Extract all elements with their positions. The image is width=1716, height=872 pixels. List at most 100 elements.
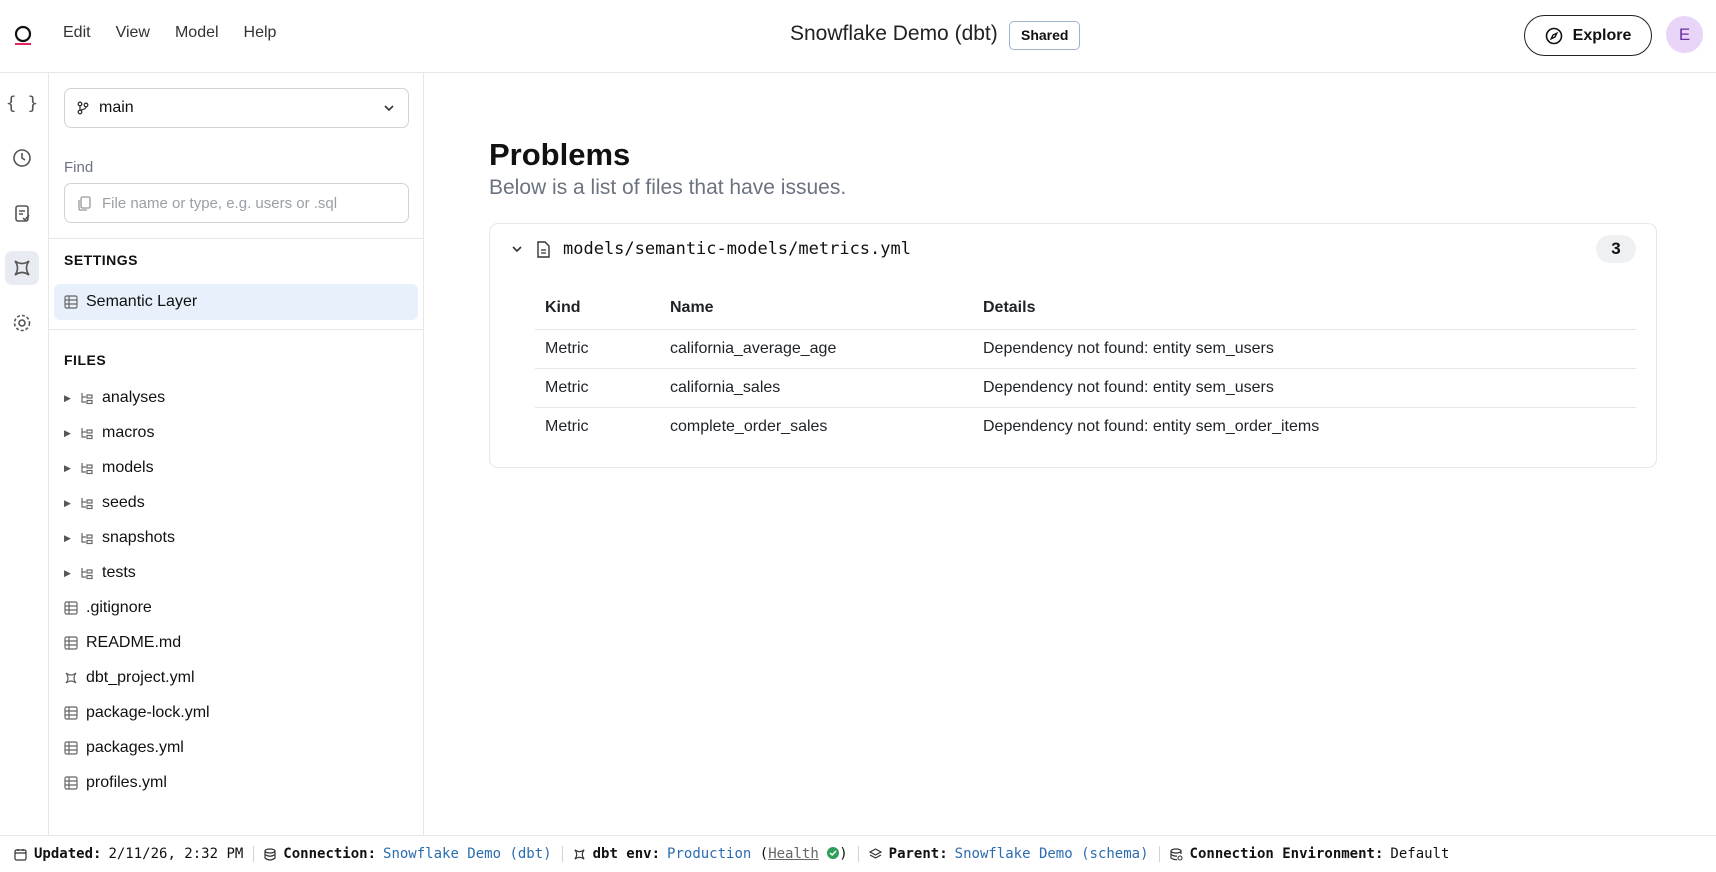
problem-file-card: models/semantic-models/metrics.yml 3 Kin…	[489, 223, 1657, 468]
code-braces-icon[interactable]: { }	[5, 86, 39, 120]
cell-kind: Metric	[535, 368, 660, 408]
folder-tree-icon	[81, 568, 93, 580]
file-label: dbt_project.yml	[86, 669, 195, 686]
status-connection: Connection: Snowflake Demo (dbt)	[264, 846, 563, 862]
chevron-down-icon	[512, 246, 522, 253]
table-icon	[64, 295, 78, 309]
folder-label: models	[102, 459, 154, 476]
status-conn-env-value: Default	[1390, 846, 1450, 862]
check-circle-icon	[827, 847, 840, 859]
file-label: README.md	[86, 634, 182, 651]
folder-label: analyses	[102, 389, 166, 406]
status-updated: Updated: 2/11/26, 2:32 PM	[14, 846, 255, 862]
copy-file-icon	[78, 195, 91, 211]
folder-row-models[interactable]: ▶ models	[64, 455, 154, 481]
status-parent: Parent: Snowflake Demo (schema)	[868, 846, 1160, 862]
table-row[interactable]: Metric california_sales Dependency not f…	[535, 368, 1636, 408]
history-clock-icon[interactable]	[5, 141, 39, 175]
status-env-label: dbt env:	[592, 846, 661, 862]
file-row-readme[interactable]: README.md	[64, 630, 181, 656]
compass-icon	[1545, 27, 1562, 44]
problem-file-path: models/semantic-models/metrics.yml	[563, 239, 911, 259]
file-row-dbt-project[interactable]: dbt_project.yml	[64, 665, 195, 691]
menu-help[interactable]: Help	[244, 24, 277, 42]
sidebar-item-semantic-layer[interactable]: Semantic Layer	[54, 284, 418, 320]
folder-row-seeds[interactable]: ▶ seeds	[64, 490, 145, 516]
find-input[interactable]: File name or type, e.g. users or .sql	[64, 183, 409, 223]
caret-right-icon: ▶	[64, 392, 71, 403]
gear-icon[interactable]	[5, 306, 39, 340]
table-row[interactable]: Metric complete_order_sales Dependency n…	[535, 407, 1636, 446]
folder-label: seeds	[102, 494, 145, 511]
problem-file-header[interactable]: models/semantic-models/metrics.yml	[510, 239, 911, 259]
status-conn-env-label: Connection Environment:	[1189, 846, 1384, 862]
file-label: .gitignore	[86, 599, 152, 616]
menu-edit[interactable]: Edit	[63, 24, 91, 42]
cell-name: california_sales	[660, 368, 973, 408]
git-branch-icon	[77, 101, 89, 115]
problems-table: Kind Name Details Metric california_aver…	[535, 299, 1636, 446]
status-dbt-env: dbt env: Production (Health )	[573, 846, 859, 862]
menu-view[interactable]: View	[116, 24, 150, 42]
folder-row-analyses[interactable]: ▶ analyses	[64, 385, 165, 411]
project-title: Snowflake Demo (dbt)	[790, 22, 998, 45]
explore-label: Explore	[1572, 26, 1632, 44]
file-label: profiles.yml	[86, 774, 167, 791]
dbt-logo-icon	[65, 672, 77, 684]
folder-tree-icon	[81, 393, 93, 405]
table-icon	[64, 741, 78, 755]
table-header-row: Kind Name Details	[535, 299, 1636, 330]
database-icon	[264, 847, 276, 861]
page-subtitle: Below is a list of files that have issue…	[489, 176, 847, 199]
status-health-link[interactable]: Health	[768, 846, 819, 862]
caret-right-icon: ▶	[64, 427, 71, 438]
folder-tree-icon	[81, 498, 93, 510]
menu-bar: Edit View Model Help	[63, 24, 276, 42]
folder-tree-icon	[81, 533, 93, 545]
problem-count-badge: 3	[1596, 235, 1636, 263]
sidebar-item-label: Semantic Layer	[86, 293, 198, 310]
find-placeholder: File name or type, e.g. users or .sql	[102, 194, 338, 212]
explore-button[interactable]: Explore	[1524, 15, 1652, 56]
caret-right-icon: ▶	[64, 567, 71, 578]
caret-right-icon: ▶	[64, 462, 71, 473]
column-header-kind: Kind	[535, 299, 660, 330]
folder-label: snapshots	[102, 529, 175, 546]
status-parent-label: Parent:	[888, 846, 948, 862]
table-icon	[64, 636, 78, 650]
page-title: Problems	[489, 137, 631, 172]
status-env-link[interactable]: Production	[667, 846, 751, 862]
file-label: packages.yml	[86, 739, 184, 756]
clipboard-check-icon[interactable]	[5, 196, 39, 230]
folder-row-macros[interactable]: ▶ macros	[64, 420, 154, 446]
main-panel: Problems Below is a list of files that h…	[425, 73, 1716, 835]
folder-row-tests[interactable]: ▶ tests	[64, 560, 136, 586]
status-connection-environment: Connection Environment: Default	[1169, 846, 1460, 862]
menu-model[interactable]: Model	[175, 24, 219, 42]
file-icon	[537, 240, 550, 258]
caret-right-icon: ▶	[64, 532, 71, 543]
avatar[interactable]: E	[1666, 16, 1703, 53]
cell-details: Dependency not found: entity sem_order_i…	[983, 417, 1320, 435]
file-row-packages[interactable]: packages.yml	[64, 735, 184, 761]
file-row-profiles[interactable]: profiles.yml	[64, 770, 167, 796]
status-parent-link[interactable]: Snowflake Demo (schema)	[955, 846, 1149, 862]
table-icon	[64, 601, 78, 615]
branch-select[interactable]: main	[64, 88, 409, 128]
table-row[interactable]: Metric california_average_age Dependency…	[535, 329, 1636, 369]
database-settings-icon	[1169, 847, 1183, 861]
status-connection-link[interactable]: Snowflake Demo (dbt)	[383, 846, 552, 862]
cell-details: Dependency not found: entity sem_users	[973, 368, 1636, 408]
status-connection-label: Connection:	[283, 846, 377, 862]
cell-kind: Metric	[535, 329, 660, 369]
app-logo-icon[interactable]	[13, 25, 33, 45]
status-updated-value: 2/11/26, 2:32 PM	[108, 846, 244, 862]
table-icon	[64, 706, 78, 720]
file-label: package-lock.yml	[86, 704, 210, 721]
folder-row-snapshots[interactable]: ▶ snapshots	[64, 525, 175, 551]
file-row-package-lock[interactable]: package-lock.yml	[64, 700, 210, 726]
sidebar: main Find File name or type, e.g. users …	[49, 73, 424, 835]
file-row-gitignore[interactable]: .gitignore	[64, 595, 152, 621]
table-icon	[64, 776, 78, 790]
semantic-layer-icon[interactable]	[5, 251, 39, 285]
